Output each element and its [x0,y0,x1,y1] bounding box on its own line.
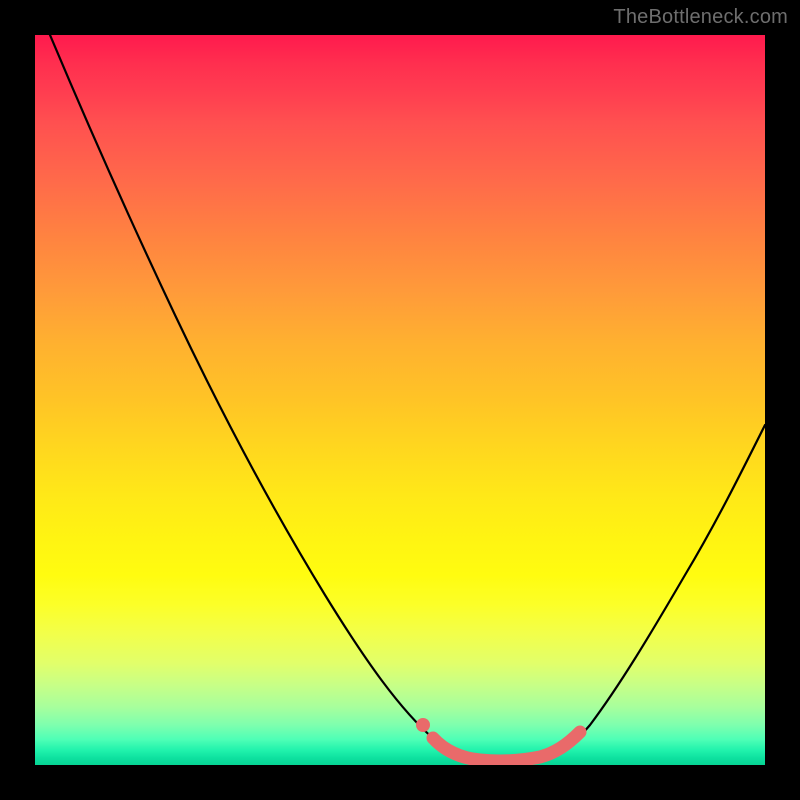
chart-frame: TheBottleneck.com [0,0,800,800]
highlight-dot [416,718,430,732]
plot-area [35,35,765,765]
bottleneck-curve-path [50,35,765,761]
watermark-text: TheBottleneck.com [613,6,788,29]
bottleneck-curve-svg [35,35,765,765]
highlight-segment [433,732,580,761]
